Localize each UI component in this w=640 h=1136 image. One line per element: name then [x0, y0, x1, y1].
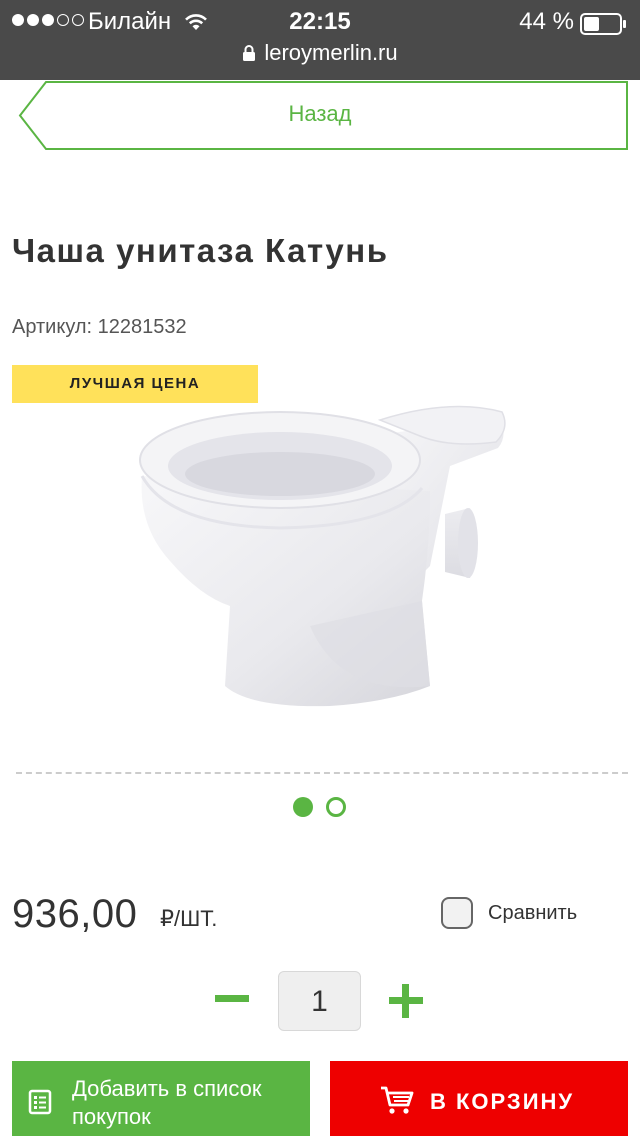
add-to-shopping-list-button[interactable]: Добавить в список покупок	[12, 1061, 310, 1136]
battery-percentage: 44 %	[519, 8, 574, 35]
product-price: 936,00	[12, 892, 138, 936]
image-carousel-dots	[293, 797, 346, 817]
product-title: Чаша унитаза Катунь	[12, 232, 389, 269]
compare-checkbox[interactable]	[441, 897, 473, 929]
status-bar: Билайн 22:15 44 % leroymerlin.ru	[0, 0, 640, 80]
shopping-list-icon	[28, 1089, 52, 1120]
add-to-shopping-list-label: Добавить в список покупок	[72, 1076, 262, 1129]
quantity-increase-button[interactable]	[389, 984, 423, 1018]
battery-icon	[580, 13, 628, 40]
price-unit: ₽/ШТ.	[160, 906, 218, 931]
back-button[interactable]: Назад	[0, 80, 640, 152]
compare-label: Сравнить	[488, 901, 578, 924]
add-to-cart-label: В КОРЗИНУ	[430, 1089, 575, 1114]
divider	[16, 772, 628, 774]
status-row: Билайн 22:15 44 %	[0, 6, 640, 38]
product-image[interactable]	[130, 396, 520, 736]
compare-toggle[interactable]: Сравнить	[441, 897, 577, 929]
product-sku: Артикул: 12281532	[12, 316, 187, 338]
quantity-decrease-button[interactable]	[215, 980, 251, 1020]
lock-icon	[242, 42, 256, 68]
url-text: leroymerlin.ru	[264, 40, 398, 65]
cart-icon	[380, 1085, 414, 1120]
quantity-input[interactable]: 1	[278, 971, 361, 1031]
add-to-cart-button[interactable]: В КОРЗИНУ	[330, 1061, 628, 1136]
carousel-dot-2[interactable]	[326, 797, 346, 817]
address-bar[interactable]: leroymerlin.ru	[0, 40, 640, 72]
back-button-label: Назад	[288, 101, 352, 126]
carousel-dot-1[interactable]	[293, 797, 313, 817]
